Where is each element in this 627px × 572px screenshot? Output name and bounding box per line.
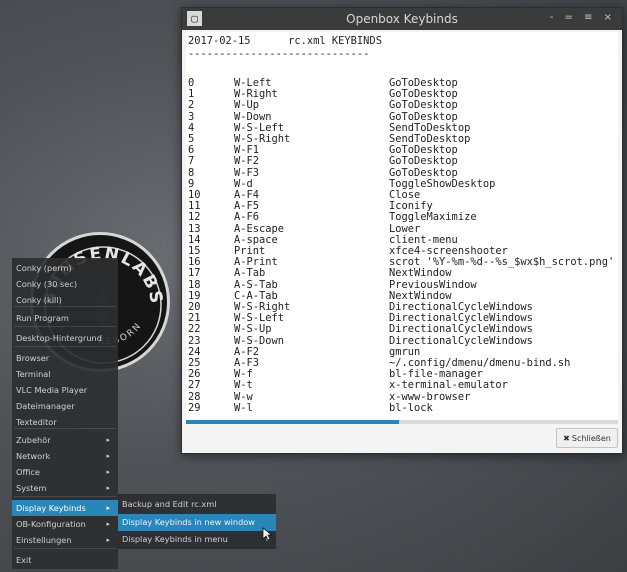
submenu-item-backup-and-edit-rc-xml[interactable]: Backup and Edit rc.xml [118, 496, 276, 513]
menu-item-zubeh-r[interactable]: Zubehör ▸ [12, 432, 118, 448]
menu-item-conky-kill[interactable]: Conky (kill) [12, 292, 118, 308]
root-menu: Conky (perm) Conky (30 sec) Conky (kill) Ru… [12, 258, 118, 569]
keybind-action: ToggleMaximize [389, 211, 477, 224]
menu-item-label: Einstellungen [16, 535, 72, 545]
menu-item-label: System [16, 483, 47, 493]
keybind-action: bl-lock [389, 401, 433, 414]
menu-item-terminal[interactable]: Terminal [12, 366, 118, 382]
header-title: rc.xml KEYBINDS [288, 35, 382, 47]
submenu-arrow-icon: ▸ [106, 536, 110, 544]
keybind-number: 27 [188, 379, 201, 392]
submenu-arrow-icon: ▸ [106, 452, 110, 460]
menu-item-label: Run Program [16, 313, 69, 323]
keybind-number: 17 [188, 267, 201, 280]
menu-item-conky-perm[interactable]: Conky (perm) [12, 260, 118, 276]
menu-separator [14, 326, 116, 327]
scrollbar-thumb[interactable] [186, 420, 399, 424]
submenu-arrow-icon: ▸ [106, 504, 110, 512]
submenu-item-display-keybinds-in-menu[interactable]: Display Keybinds in menu▸ [118, 531, 276, 548]
keybind-key: W-Up [234, 99, 260, 112]
submenu-item-display-keybinds-in-new-window[interactable]: Display Keybinds in new window [118, 514, 276, 531]
submenu-arrow-icon: ▸ [106, 436, 110, 444]
close-icon: ✖ [563, 434, 570, 443]
header-line: 2017-02-15 rc.xml KEYBINDS [188, 35, 382, 47]
menu-item-vlc-media-player[interactable]: VLC Media Player [12, 382, 118, 398]
menu-item-label: Display Keybinds [16, 503, 86, 513]
menu-item-network[interactable]: Network ▸ [12, 448, 118, 464]
keybind-key: W-t [234, 379, 253, 392]
window-controls[interactable]: - = ≡ × [550, 12, 616, 23]
menu-separator [14, 548, 116, 549]
menu-item-ob-konfiguration[interactable]: OB-Konfiguration ▸ [12, 516, 118, 532]
close-button[interactable]: ✖ Schließen [556, 428, 618, 448]
keybind-action: DirectionalCycleWindows [389, 323, 533, 336]
keybind-key: W-S-Up [234, 323, 272, 336]
horizontal-scrollbar[interactable] [186, 420, 618, 424]
keybind-number: 29 [188, 401, 201, 414]
menu-item-label: Browser [16, 353, 50, 363]
header-rule: ----------------------------- [188, 48, 370, 60]
submenu-arrow-icon: ▸ [106, 468, 110, 476]
close-button-label: Schließen [571, 434, 611, 443]
menu-item-exit[interactable]: Exit [12, 552, 118, 568]
menu-item-label: Office [16, 467, 40, 477]
keybind-row: 2 W-Up GoToDesktop [186, 100, 618, 111]
menu-item-desktop-hintergrund[interactable]: Desktop-Hintergrund [12, 330, 118, 346]
menu-separator [14, 496, 116, 497]
keybind-key: W-F2 [234, 155, 260, 168]
keybind-row: 12 A-F6 ToggleMaximize [186, 212, 618, 223]
display-keybinds-submenu: Backup and Edit rc.xml Display Keybinds i… [118, 494, 276, 549]
keybind-number: 2 [188, 99, 195, 112]
header-date: 2017-02-15 [188, 35, 251, 47]
menu-item-label: Exit [16, 555, 32, 565]
menu-item-label: Dateimanager [16, 401, 75, 411]
menu-item-label: OB-Konfiguration [16, 519, 86, 529]
submenu-arrow-icon: ▸ [106, 520, 110, 528]
menu-item-label: Conky (kill) [16, 295, 62, 305]
menu-item-system[interactable]: System ▸ [12, 480, 118, 496]
menu-item-label: Network [16, 451, 51, 461]
submenu-item-label: Display Keybinds in new window [122, 517, 256, 527]
keybind-key: A-Tab [234, 267, 266, 280]
menu-item-run-program[interactable]: Run Program [12, 310, 118, 326]
menu-item-label: Conky (perm) [16, 263, 72, 273]
submenu-item-label: Backup and Edit rc.xml [122, 499, 217, 509]
menu-item-display-keybinds[interactable]: Display Keybinds ▸ [12, 500, 118, 516]
keybind-key: W-l [234, 401, 253, 414]
keybind-number: 7 [188, 155, 195, 168]
keybind-action: GoToDesktop [389, 99, 458, 112]
submenu-arrow-icon: ▸ [106, 484, 110, 492]
keybinds-text-area[interactable]: 2017-02-15 rc.xml KEYBINDS -------------… [186, 32, 618, 420]
keybind-action: NextWindow [389, 267, 452, 280]
mouse-cursor-icon [262, 527, 272, 541]
keybind-row: 29 W-l bl-lock [186, 401, 618, 414]
menu-item-conky-30-sec[interactable]: Conky (30 sec) [12, 276, 118, 292]
menu-item-label: Zubehör [16, 435, 51, 445]
window-titlebar[interactable]: ▢ Openbox Keybinds - = ≡ × [182, 8, 622, 30]
keybind-key: A-F6 [234, 211, 260, 224]
keybind-row: 17 A-Tab NextWindow [186, 268, 618, 279]
menu-item-office[interactable]: Office ▸ [12, 464, 118, 480]
submenu-item-label: Display Keybinds in menu [122, 534, 228, 544]
menu-item-texteditor[interactable]: Texteditor [12, 414, 118, 430]
menu-item-browser[interactable]: Browser [12, 350, 118, 366]
menu-separator [14, 346, 116, 347]
keybind-row: 22 W-S-Up DirectionalCycleWindows [186, 324, 618, 335]
keybind-row: 7 W-F2 GoToDesktop [186, 156, 618, 167]
menu-item-label: VLC Media Player [16, 385, 88, 395]
keybinds-window: ▢ Openbox Keybinds - = ≡ × 2017-02-15 rc… [181, 7, 623, 454]
keybind-number: 22 [188, 323, 201, 336]
menu-item-label: Terminal [16, 369, 51, 379]
keybind-action: x-terminal-emulator [389, 379, 508, 392]
menu-item-label: Conky (30 sec) [16, 279, 78, 289]
keybind-action: GoToDesktop [389, 155, 458, 168]
keybind-number: 12 [188, 211, 201, 224]
menu-item-label: Desktop-Hintergrund [16, 333, 102, 343]
keybind-row: 27 W-t x-terminal-emulator [186, 380, 618, 391]
menu-item-einstellungen[interactable]: Einstellungen ▸ [12, 532, 118, 548]
menu-item-dateimanager[interactable]: Dateimanager [12, 398, 118, 414]
menu-item-label: Texteditor [16, 417, 57, 427]
